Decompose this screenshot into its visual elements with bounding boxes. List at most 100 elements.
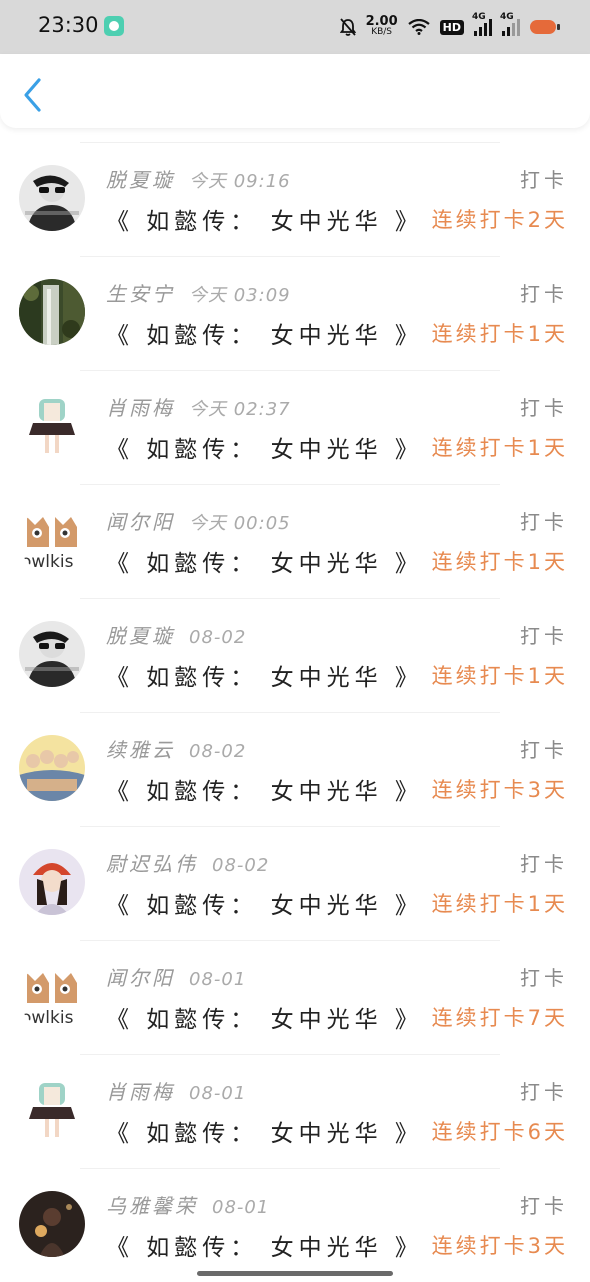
bell-off-icon xyxy=(339,18,356,36)
row-divider xyxy=(80,712,500,713)
row-divider xyxy=(80,256,500,257)
checkin-row[interactable]: owlkis 闻尔阳 今天 00:05 打卡《 如懿传： 女中光华 》连续打卡1天 xyxy=(0,484,590,598)
user-avatar[interactable] xyxy=(19,393,85,459)
user-info-line: 肖雨梅 08-01 xyxy=(106,1076,246,1105)
streak-text: 连续打卡6天 xyxy=(431,1120,568,1144)
user-info-line: 肖雨梅 今天 02:37 xyxy=(106,392,291,421)
notification-app-icon xyxy=(104,16,124,36)
user-avatar[interactable]: owlkis xyxy=(19,963,85,1029)
row-divider xyxy=(80,598,500,599)
row-divider xyxy=(80,370,500,371)
hd-icon: HD xyxy=(439,19,464,35)
battery-icon xyxy=(530,20,560,34)
row-divider xyxy=(80,826,500,827)
streak-text: 连续打卡2天 xyxy=(431,208,568,232)
user-info-line: 续雅云 08-02 xyxy=(106,734,246,763)
streak-text: 连续打卡1天 xyxy=(431,892,568,916)
user-name[interactable]: 脱夏璇 xyxy=(106,168,175,192)
checkin-time: 08-02 xyxy=(189,741,247,762)
book-title[interactable]: 《 如懿传： 女中光华 》 xyxy=(106,430,423,464)
row-divider xyxy=(80,484,500,485)
status-bar: 23:30 2.00 KB/S HD 4G 4G xyxy=(0,0,590,54)
user-info-line: 闻尔阳 今天 00:05 xyxy=(106,506,291,535)
row-divider xyxy=(80,940,500,941)
book-title[interactable]: 《 如懿传： 女中光华 》 xyxy=(106,1228,423,1262)
signal-label-1: 4G xyxy=(472,12,486,22)
checkin-label: 打卡 xyxy=(520,168,568,192)
checkin-row[interactable]: 尉迟弘伟 08-02 打卡《 如懿传： 女中光华 》连续打卡1天 xyxy=(0,826,590,940)
checkin-time: 08-01 xyxy=(212,1197,270,1218)
book-title[interactable]: 《 如懿传： 女中光华 》 xyxy=(106,772,423,806)
checkin-row[interactable]: 生安宁 今天 03:09 打卡《 如懿传： 女中光华 》连续打卡1天 xyxy=(0,256,590,370)
checkin-label: 打卡 xyxy=(520,510,568,534)
checkin-row[interactable]: 脱夏璇 今天 09:16 打卡《 如懿传： 女中光华 》连续打卡2天 xyxy=(0,142,590,256)
signal-icon-1: 4G xyxy=(472,12,492,36)
streak-text: 连续打卡7天 xyxy=(431,1006,568,1030)
home-indicator[interactable] xyxy=(197,1271,393,1276)
book-title[interactable]: 《 如懿传： 女中光华 》 xyxy=(106,316,423,350)
user-avatar[interactable] xyxy=(19,165,85,231)
checkin-row[interactable]: owlkis 闻尔阳 08-01 打卡《 如懿传： 女中光华 》连续打卡7天 xyxy=(0,940,590,1054)
user-avatar[interactable] xyxy=(19,1191,85,1257)
checkin-row[interactable]: 肖雨梅 今天 02:37 打卡《 如懿传： 女中光华 》连续打卡1天 xyxy=(0,370,590,484)
checkin-label: 打卡 xyxy=(520,852,568,876)
user-info-line: 乌雅馨荣 08-01 xyxy=(106,1190,269,1219)
user-avatar[interactable] xyxy=(19,849,85,915)
checkin-row[interactable]: 续雅云 08-02 打卡《 如懿传： 女中光华 》连续打卡3天 xyxy=(0,712,590,826)
streak-text: 连续打卡1天 xyxy=(431,550,568,574)
checkin-time: 今天 02:37 xyxy=(189,399,291,420)
book-title[interactable]: 《 如懿传： 女中光华 》 xyxy=(106,1000,423,1034)
user-name[interactable]: 肖雨梅 xyxy=(106,1080,175,1104)
user-name[interactable]: 续雅云 xyxy=(106,738,175,762)
book-title[interactable]: 《 如懿传： 女中光华 》 xyxy=(106,658,423,692)
checkin-row[interactable]: 肖雨梅 08-01 打卡《 如懿传： 女中光华 》连续打卡6天 xyxy=(0,1054,590,1168)
checkin-time: 08-01 xyxy=(189,969,247,990)
status-icons: 2.00 KB/S HD 4G 4G xyxy=(339,12,560,42)
checkin-time: 08-02 xyxy=(189,627,247,648)
checkin-label: 打卡 xyxy=(520,396,568,420)
chevron-left-icon xyxy=(24,78,41,112)
book-title[interactable]: 《 如懿传： 女中光华 》 xyxy=(106,886,423,920)
book-title[interactable]: 《 如懿传： 女中光华 》 xyxy=(106,1114,423,1148)
owl-logo-text: owlkis xyxy=(21,552,74,572)
user-info-line: 生安宁 今天 03:09 xyxy=(106,278,291,307)
user-name[interactable]: 脱夏璇 xyxy=(106,624,175,648)
user-name[interactable]: 闻尔阳 xyxy=(106,510,175,534)
checkin-label: 打卡 xyxy=(520,738,568,762)
checkin-list: 脱夏璇 今天 09:16 打卡《 如懿传： 女中光华 》连续打卡2天 生安宁 今天 03… xyxy=(0,142,590,1282)
user-name[interactable]: 闻尔阳 xyxy=(106,966,175,990)
book-title[interactable]: 《 如懿传： 女中光华 》 xyxy=(106,544,423,578)
status-time: 23:30 xyxy=(38,13,99,37)
user-avatar[interactable] xyxy=(19,621,85,687)
wifi-icon xyxy=(407,19,430,35)
streak-text: 连续打卡3天 xyxy=(431,778,568,802)
streak-text: 连续打卡3天 xyxy=(431,1234,568,1258)
user-name[interactable]: 乌雅馨荣 xyxy=(106,1194,198,1218)
checkin-label: 打卡 xyxy=(520,282,568,306)
user-avatar[interactable] xyxy=(19,1077,85,1143)
signal-label-2: 4G xyxy=(500,12,514,22)
row-divider xyxy=(80,1054,500,1055)
checkin-time: 08-02 xyxy=(212,855,270,876)
signal-icon-2: 4G xyxy=(500,12,520,36)
user-avatar[interactable]: owlkis xyxy=(19,507,85,573)
user-info-line: 脱夏璇 08-02 xyxy=(106,620,246,649)
user-info-line: 尉迟弘伟 08-02 xyxy=(106,848,269,877)
user-name[interactable]: 尉迟弘伟 xyxy=(106,852,198,876)
user-avatar[interactable] xyxy=(19,279,85,345)
checkin-label: 打卡 xyxy=(520,1080,568,1104)
user-name[interactable]: 肖雨梅 xyxy=(106,396,175,420)
streak-text: 连续打卡1天 xyxy=(431,664,568,688)
top-header xyxy=(0,54,590,128)
streak-text: 连续打卡1天 xyxy=(431,322,568,346)
speed-value: 2.00 xyxy=(365,14,398,29)
book-title[interactable]: 《 如懿传： 女中光华 》 xyxy=(106,202,423,236)
checkin-row[interactable]: 脱夏璇 08-02 打卡《 如懿传： 女中光华 》连续打卡1天 xyxy=(0,598,590,712)
network-speed: 2.00 KB/S xyxy=(365,14,398,38)
back-button[interactable] xyxy=(14,68,54,114)
user-avatar[interactable] xyxy=(19,735,85,801)
checkin-time: 今天 00:05 xyxy=(189,513,291,534)
user-name[interactable]: 生安宁 xyxy=(106,282,175,306)
row-divider xyxy=(80,142,500,143)
checkin-row[interactable]: 乌雅馨荣 08-01 打卡《 如懿传： 女中光华 》连续打卡3天 xyxy=(0,1168,590,1282)
